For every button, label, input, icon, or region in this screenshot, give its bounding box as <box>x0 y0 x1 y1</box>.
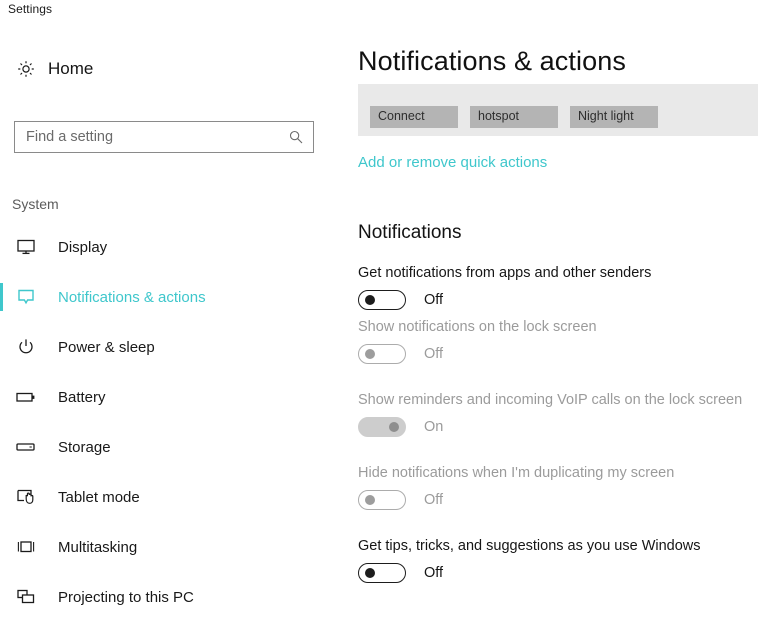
setting-label: Show notifications on the lock screen <box>358 319 597 335</box>
title-bar: Settings <box>0 0 783 22</box>
sidebar-group-label: System <box>12 196 59 212</box>
sidebar-item-display[interactable]: Display <box>0 222 340 272</box>
toggle-knob <box>365 495 375 505</box>
battery-icon <box>12 390 40 404</box>
project-icon <box>12 588 40 606</box>
search-input[interactable] <box>26 123 276 151</box>
toggle-switch[interactable] <box>358 290 406 310</box>
page-title: Notifications & actions <box>358 46 634 77</box>
quick-action-tile[interactable]: Night light <box>570 106 658 128</box>
toggle-knob <box>389 422 399 432</box>
toggle-switch[interactable] <box>358 563 406 583</box>
setting-show-notifications-lock-screen: Show notifications on the lock screen Of… <box>358 319 783 364</box>
setting-hide-notifications-duplicating-screen: Hide notifications when I'm duplicating … <box>358 465 783 510</box>
toggle-state-label: Off <box>424 292 444 308</box>
toggle-knob <box>365 295 375 305</box>
toggle-switch[interactable] <box>358 490 406 510</box>
sidebar: Home System <box>0 22 340 606</box>
sidebar-item-battery-label: Battery <box>58 388 106 406</box>
sidebar-item-home[interactable]: Home <box>0 52 340 86</box>
sidebar-item-notifications-actions[interactable]: Notifications & actions <box>0 272 340 322</box>
tablet-hand-icon <box>12 487 40 507</box>
setting-get-notifications-from-apps: Get notifications from apps and other se… <box>358 265 783 310</box>
setting-label: Hide notifications when I'm duplicating … <box>358 465 675 481</box>
quick-action-tile[interactable]: hotspot <box>470 106 558 128</box>
search-box[interactable] <box>14 121 314 153</box>
toggle-row: On <box>358 417 783 437</box>
monitor-icon <box>12 238 40 256</box>
search-icon[interactable] <box>288 129 304 150</box>
toggle-switch[interactable] <box>358 417 406 437</box>
setting-label: Get notifications from apps and other se… <box>358 265 652 281</box>
toggle-switch[interactable] <box>358 344 406 364</box>
sidebar-item-multitasking[interactable]: Multitasking <box>0 522 340 572</box>
sidebar-item-display-label: Display <box>58 238 108 256</box>
toggle-knob <box>365 349 375 359</box>
drive-icon <box>12 441 40 453</box>
sidebar-item-home-label: Home <box>48 59 94 78</box>
sidebar-item-power-sleep-label: Power & sleep <box>58 338 155 356</box>
sidebar-nav: Display Notifications & actions Power & … <box>0 222 340 622</box>
gear-icon <box>12 59 40 79</box>
sidebar-item-projecting-to-this-pc[interactable]: Projecting to this PC <box>0 572 340 622</box>
sidebar-item-power-sleep[interactable]: Power & sleep <box>0 322 340 372</box>
setting-get-tips-tricks-suggestions: Get tips, tricks, and suggestions as you… <box>358 538 783 583</box>
setting-label: Get tips, tricks, and suggestions as you… <box>358 538 701 554</box>
toggle-state-label: Off <box>424 492 444 508</box>
window-title: Settings <box>8 2 53 16</box>
toggle-row: Off <box>358 344 783 364</box>
multitask-icon <box>12 539 40 555</box>
sidebar-item-battery[interactable]: Battery <box>0 372 340 422</box>
sidebar-item-notifications-actions-label: Notifications & actions <box>58 288 206 306</box>
toggle-knob <box>365 568 375 578</box>
main-content: Connect hotspot Night light Notification… <box>340 22 783 593</box>
sidebar-item-storage[interactable]: Storage <box>0 422 340 472</box>
setting-show-reminders-voip-lock-screen: Show reminders and incoming VoIP calls o… <box>358 392 783 437</box>
toggle-state-label: Off <box>424 565 444 581</box>
selection-indicator <box>0 283 3 311</box>
toggle-row: Off <box>358 563 783 583</box>
setting-label: Show reminders and incoming VoIP calls o… <box>358 392 743 408</box>
sidebar-item-multitasking-label: Multitasking <box>58 538 138 556</box>
notifications-section-title: Notifications <box>358 222 462 243</box>
sidebar-item-tablet-mode[interactable]: Tablet mode <box>0 472 340 522</box>
sidebar-item-storage-label: Storage <box>58 438 111 456</box>
toggle-row: Off <box>358 290 783 310</box>
toggle-row: Off <box>358 490 783 510</box>
toggle-state-label: On <box>424 419 444 435</box>
power-icon <box>12 337 40 357</box>
add-or-remove-quick-actions-link[interactable]: Add or remove quick actions <box>358 154 547 171</box>
sidebar-item-tablet-mode-label: Tablet mode <box>58 488 140 506</box>
quick-actions-tray: Connect hotspot Night light <box>358 84 758 136</box>
quick-action-tile[interactable]: Connect <box>370 106 458 128</box>
sidebar-item-projecting-to-this-pc-label: Projecting to this PC <box>58 588 194 606</box>
toggle-state-label: Off <box>424 346 444 362</box>
speech-bubble-icon <box>12 288 40 306</box>
